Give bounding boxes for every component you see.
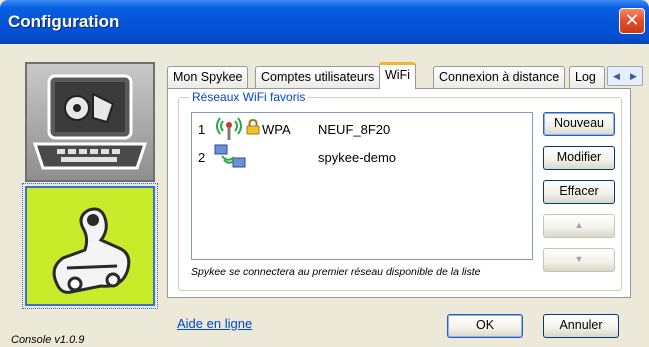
wifi-antenna-icon — [214, 115, 244, 144]
group-label: Réseaux WiFi favoris — [189, 90, 309, 104]
help-link[interactable]: Aide en ligne — [177, 316, 252, 331]
tab-log[interactable]: Log — [569, 66, 605, 88]
ok-button[interactable]: OK — [447, 314, 523, 338]
move-down-button[interactable]: ▼ — [543, 248, 615, 272]
close-button[interactable]: ✕ — [619, 8, 645, 34]
version-label: Console v1.0.9 — [11, 334, 85, 346]
console-laptop-icon[interactable] — [25, 62, 155, 182]
tab-comptes-utilisateurs[interactable]: Comptes utilisateurs — [255, 66, 381, 88]
list-item[interactable]: 1 WPA NEUF_8F20 — [192, 113, 532, 141]
list-item[interactable]: 2 spykee-demo — [192, 141, 532, 169]
network-list[interactable]: 1 WPA NEUF_8F20 2 spykee-demo — [191, 112, 533, 260]
tab-mon-spykee[interactable]: Mon Spykee — [167, 66, 249, 88]
move-up-button[interactable]: ▲ — [543, 214, 615, 238]
tab-scroll-left-icon[interactable]: ◀ — [608, 67, 625, 85]
dialog-body: Console v1.0.9 Mon Spykee Comptes utilis… — [3, 44, 646, 347]
arrow-up-icon: ▲ — [574, 220, 584, 230]
network-index: 1 — [198, 122, 206, 137]
network-computers-icon — [214, 143, 248, 174]
cancel-button[interactable]: Annuler — [543, 314, 619, 338]
new-network-button[interactable]: Nouveau — [543, 112, 615, 136]
tab-scroll-right-icon[interactable]: ▶ — [625, 67, 642, 85]
security-type: WPA — [262, 122, 291, 137]
title-bar: Configuration ✕ — [0, 0, 649, 44]
network-name: NEUF_8F20 — [318, 122, 391, 137]
close-icon: ✕ — [624, 10, 640, 30]
priority-hint: Spykee se connectera au premier réseau d… — [191, 266, 481, 278]
window-title: Configuration — [8, 12, 120, 31]
tab-wifi[interactable]: WiFi — [379, 62, 416, 89]
tab-strip: Mon Spykee Comptes utilisateurs WiFi Con… — [167, 62, 647, 89]
wifi-tab-page: Réseaux WiFi favoris 1 WPA NEUF_8F20 2 s… — [167, 88, 631, 298]
tab-scroll-buttons: ◀ ▶ — [607, 66, 643, 86]
network-index: 2 — [198, 150, 206, 165]
tab-connexion-a-distance[interactable]: Connexion à distance — [433, 66, 566, 88]
modify-network-button[interactable]: Modifier — [543, 146, 615, 170]
lock-icon — [246, 118, 260, 138]
delete-network-button[interactable]: Effacer — [543, 180, 615, 204]
favorite-networks-group: Réseaux WiFi favoris 1 WPA NEUF_8F20 2 s… — [178, 90, 622, 291]
network-name: spykee-demo — [318, 150, 397, 165]
spykee-robot-icon[interactable] — [22, 183, 158, 309]
side-panel — [22, 58, 160, 328]
arrow-down-icon: ▼ — [574, 254, 584, 264]
